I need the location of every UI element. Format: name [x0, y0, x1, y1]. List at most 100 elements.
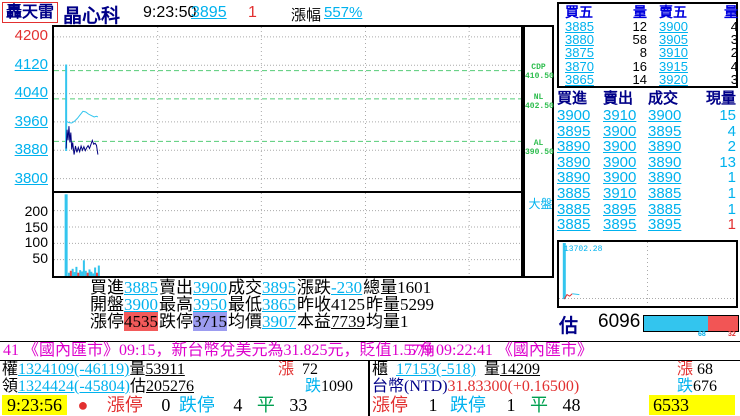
label-limit-up: 漲停 — [90, 312, 124, 331]
tick-sell[interactable]: 3910 — [603, 108, 648, 124]
trade-tick-row: 3900 3910 3900 15 — [557, 108, 738, 124]
order-book-header: 買五 量 賣五 量 — [559, 4, 736, 20]
price-axis-tick: 3960 — [0, 113, 48, 130]
trade-ticks-table: 買進 賣出 成交 現量 3900 3910 3900 15 3895 3900 … — [557, 89, 738, 235]
tick-buy[interactable]: 3885 — [557, 217, 603, 233]
ticker-message-right[interactable]: 579 09:22:41 《國內匯市》 — [408, 342, 593, 360]
otc-down-label: 跌 — [677, 378, 693, 395]
flat-label: 平 — [257, 395, 275, 415]
limit-down-count: 1 — [507, 395, 516, 415]
tick-deal[interactable]: 3895 — [648, 217, 694, 233]
gauge-up-label: 68 — [698, 331, 706, 338]
otc-up-count: 68 — [697, 361, 713, 378]
tick-buy[interactable]: 3895 — [557, 124, 603, 140]
tick-sell[interactable]: 3895 — [603, 217, 648, 233]
limit-up-count: 0 — [161, 395, 170, 415]
tick-sell[interactable]: 3900 — [603, 124, 648, 140]
last-price[interactable]: 3895 — [191, 4, 227, 22]
tse-vol-value: 53911 — [145, 361, 184, 378]
bid-qty: 16 — [611, 60, 651, 73]
tick-deal[interactable]: 3890 — [648, 155, 694, 171]
quote-stats-row-2: 開盤3900最高3950最低3865昨收4125昨量5299 — [90, 296, 435, 313]
otc-index-value[interactable]: 17153(-518) — [396, 361, 476, 378]
tick-deal[interactable]: 3890 — [648, 139, 694, 155]
limit-up-label: 漲停 — [107, 395, 143, 415]
tick-deal[interactable]: 3885 — [648, 186, 694, 202]
lead-index-value[interactable]: 1324424(-45804) — [18, 378, 130, 395]
tick-buy[interactable]: 3885 — [557, 202, 603, 218]
gauge-down-label: 32 — [728, 331, 736, 338]
tick-sell[interactable]: 3900 — [603, 170, 648, 186]
col-ask5: 賣五 — [651, 4, 701, 20]
tse-stats-row: 權1324109(-46119)量53911 漲 72 — [2, 361, 366, 378]
app-logo[interactable]: 轟天雷 — [2, 2, 58, 23]
value-limit-up: 4535 — [124, 312, 158, 331]
tick-sell[interactable]: 3900 — [603, 155, 648, 171]
value-avg-price[interactable]: 3907 — [262, 312, 296, 331]
tse-label: 權 — [2, 361, 18, 378]
cdp-label: AL 390.50 — [525, 139, 552, 157]
tick-buy[interactable]: 3885 — [557, 186, 603, 202]
tick-vol: 4 — [694, 124, 738, 140]
price-axis-tick: 4200 — [0, 27, 48, 44]
ask-price[interactable]: 3920 — [651, 73, 701, 86]
limit-up-label: 漲停 — [372, 395, 408, 415]
cdp-value: 402.50 — [525, 102, 552, 111]
tick-buy[interactable]: 3900 — [557, 108, 603, 124]
tick-vol: 1 — [694, 170, 738, 186]
tick-buy[interactable]: 3890 — [557, 155, 603, 171]
tick-deal[interactable]: 3895 — [648, 124, 694, 140]
ntd-rate-value[interactable]: 31.83300(+0.16500) — [448, 378, 580, 395]
tick-deal[interactable]: 3900 — [648, 108, 694, 124]
col-deal: 成交 — [648, 89, 694, 108]
tick-sell[interactable]: 3910 — [603, 186, 648, 202]
tse-vol-label: 量 — [129, 361, 145, 378]
limit-up-count: 1 — [429, 395, 438, 415]
order-book: 買五 量 賣五 量 3885 12 3900 4 3880 58 3905 3 … — [557, 2, 738, 88]
cdp-value: 410.50 — [525, 72, 552, 81]
tick-deal[interactable]: 3885 — [648, 202, 694, 218]
trade-ticks-header: 買進 賣出 成交 現量 — [557, 89, 738, 108]
change-pct-value[interactable]: 557% — [324, 4, 362, 21]
tick-sell[interactable]: 3895 — [603, 202, 648, 218]
tick-sell[interactable]: 3900 — [603, 139, 648, 155]
tab-market-index[interactable]: 大盤 — [527, 195, 554, 212]
ntd-label: 台幣(NTD) — [372, 378, 448, 395]
trade-tick-row: 3890 3900 3890 2 — [557, 139, 738, 155]
trade-tick-row: 3890 3900 3890 13 — [557, 155, 738, 171]
bid-price[interactable]: 3875 — [565, 46, 611, 59]
last-volume: 1 — [248, 4, 257, 22]
volume-axis-tick: 150 — [8, 219, 48, 235]
cdp-label: CDP 410.50 — [525, 63, 552, 81]
bid-price[interactable]: 3870 — [565, 60, 611, 73]
cdp-label: NL 402.50 — [525, 93, 552, 111]
tick-deal[interactable]: 3890 — [648, 170, 694, 186]
otc-label: 櫃 — [372, 361, 388, 378]
ask-price[interactable]: 3915 — [651, 60, 701, 73]
tick-vol: 2 — [694, 139, 738, 155]
market-index-mini-chart[interactable]: 13702.28 — [557, 240, 738, 308]
bid-price[interactable]: 3865 — [565, 73, 611, 86]
ask-qty: 2 — [701, 46, 740, 59]
message-count: 6533 — [649, 395, 735, 415]
tse-index-value[interactable]: 1324109(-46119) — [18, 361, 129, 378]
order-book-row: 3870 16 3915 4 — [559, 60, 736, 73]
col-ask-qty: 量 — [701, 4, 740, 20]
volume-axis-tick: 50 — [8, 250, 48, 266]
otc-stats-row: 櫃 17153(-518) 量14209 漲 68 — [372, 361, 738, 378]
otc-vol-value: 14209 — [500, 361, 540, 378]
label-pe: 本益 — [297, 312, 331, 331]
quote-stats-row-1: 買進3885賣出3900成交3895漲跌-230總量1601 — [90, 279, 432, 296]
tick-buy[interactable]: 3890 — [557, 139, 603, 155]
intraday-volume-chart — [54, 193, 521, 276]
limits-row-left: 9:23:56 ● 漲停 0 跌停 4 平 33 — [2, 395, 366, 416]
col-bid5: 買五 — [565, 4, 611, 20]
ask-price[interactable]: 3910 — [651, 46, 701, 59]
tick-vol: 1 — [694, 202, 738, 218]
breadth-gauge — [643, 315, 739, 332]
ticker-message-left[interactable]: 41 《國內匯市》09:15，新台幣兌美元為31.825元，貶值1.57角 — [3, 342, 435, 360]
tse-up-count: 72 — [302, 361, 318, 378]
change-pct-label: 漲幅 — [291, 4, 321, 25]
tick-buy[interactable]: 3890 — [557, 170, 603, 186]
stock-name[interactable]: 晶心科 — [63, 1, 120, 28]
